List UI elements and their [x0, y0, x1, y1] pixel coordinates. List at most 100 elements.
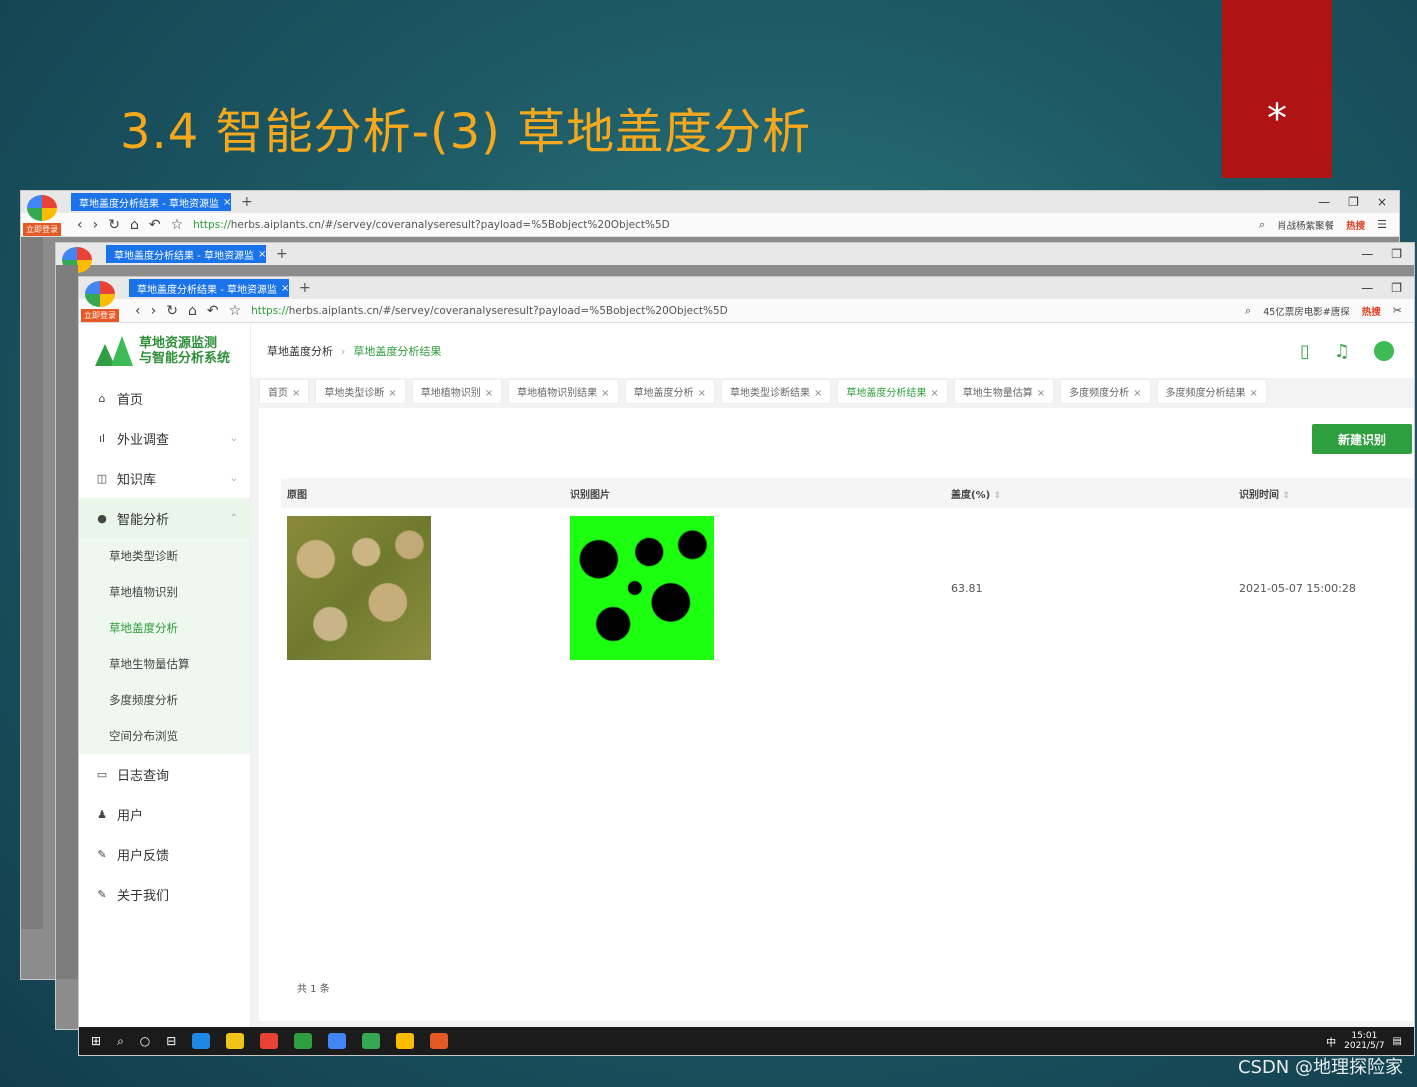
url-field[interactable]: https://herbs.aiplants.cn/#/servey/cover…	[193, 219, 670, 231]
notification-icon[interactable]: ▤	[1393, 1036, 1402, 1047]
close-tag-icon[interactable]: ×	[1250, 388, 1258, 399]
tab-tag[interactable]: 多度频度分析 ×	[1060, 378, 1151, 404]
browser-tab[interactable]: 草地盖度分析结果 - 草地资源监 ×	[71, 193, 231, 211]
close-tab-icon[interactable]: ×	[258, 249, 266, 260]
forward-icon[interactable]: ›	[151, 303, 157, 319]
browser-tab[interactable]: 草地盖度分析结果 - 草地资源监 ×	[129, 279, 289, 297]
close-tab-icon[interactable]: ×	[281, 283, 289, 294]
col-coverage[interactable]: 盖度(%) ⇕	[919, 486, 1199, 501]
app-icon[interactable]	[430, 1033, 449, 1049]
tab-tag[interactable]: 草地类型诊断结果 ×	[720, 378, 832, 404]
submenu-item-plant-id[interactable]: 草地植物识别	[79, 574, 250, 610]
undo-icon[interactable]: ↶	[149, 217, 161, 233]
ime-indicator[interactable]: 中	[1326, 1034, 1336, 1049]
hot-search-label[interactable]: 热搜	[1362, 304, 1381, 318]
edge-icon[interactable]	[192, 1033, 211, 1049]
tab-tag[interactable]: 草地植物识别结果 ×	[508, 378, 619, 404]
windows-start-icon[interactable]: ⊞	[91, 1034, 101, 1048]
restore-icon[interactable]: ❐	[1391, 247, 1402, 261]
search-icon[interactable]: ⌕	[117, 1034, 124, 1049]
tab-tag[interactable]: 草地盖度分析 ×	[624, 378, 715, 404]
close-tag-icon[interactable]: ×	[292, 388, 300, 399]
close-tag-icon[interactable]: ×	[698, 388, 706, 399]
close-tag-icon[interactable]: ×	[1133, 388, 1141, 399]
explorer-icon[interactable]	[226, 1033, 245, 1049]
url-field[interactable]: https://herbs.aiplants.cn/#/servey/cover…	[251, 305, 728, 317]
cortana-icon[interactable]: ○	[140, 1034, 150, 1048]
search-hint[interactable]: 肖战杨紫聚餐	[1277, 218, 1334, 232]
sidebar-item-field-survey[interactable]: ıl 外业调查 ⌄	[79, 418, 250, 458]
task-view-icon[interactable]: ⊟	[166, 1034, 176, 1048]
mail-icon[interactable]	[328, 1033, 347, 1049]
login-badge[interactable]: 立即登录	[23, 223, 61, 236]
col-time[interactable]: 识别时间 ⇕	[1199, 486, 1414, 501]
star-icon[interactable]: ☆	[171, 217, 184, 233]
tab-tag[interactable]: 草地植物识别 ×	[411, 378, 503, 404]
close-window-icon[interactable]: ×	[1377, 195, 1387, 209]
mobile-icon[interactable]: ▯	[1300, 341, 1310, 362]
sidebar-item-home[interactable]: ⌂ 首页	[79, 378, 250, 418]
sidebar-item-knowledge[interactable]: ◫ 知识库 ⌄	[79, 458, 250, 498]
bell-icon[interactable]: ♫	[1334, 341, 1350, 362]
tab-tag[interactable]: 首页 ×	[259, 378, 310, 404]
tab-tag[interactable]: 多度频度分析结果 ×	[1156, 378, 1267, 404]
breadcrumb-item[interactable]: 草地盖度分析	[267, 343, 333, 359]
restore-icon[interactable]: ❐	[1391, 281, 1402, 295]
app-icon[interactable]	[396, 1033, 415, 1049]
new-recognition-button[interactable]: 新建识别	[1312, 424, 1412, 454]
sort-icon[interactable]: ⇕	[1282, 491, 1290, 501]
submenu-item-biomass[interactable]: 草地生物量估算	[79, 646, 250, 682]
sidebar-item-feedback[interactable]: ✎ 用户反馈	[79, 834, 250, 874]
reload-icon[interactable]: ↻	[108, 217, 120, 233]
menu-icon[interactable]: ☰	[1377, 218, 1387, 231]
sidebar-item-logs[interactable]: ▭ 日志查询	[79, 754, 250, 794]
browser-app-icon[interactable]	[260, 1033, 279, 1049]
sort-icon[interactable]: ⇕	[994, 491, 1002, 501]
back-icon[interactable]: ‹	[135, 303, 141, 319]
reload-icon[interactable]: ↻	[166, 303, 178, 319]
minimize-icon[interactable]: —	[1318, 195, 1330, 209]
minimize-icon[interactable]: —	[1361, 247, 1373, 261]
segmented-image[interactable]	[570, 516, 714, 660]
home-icon[interactable]: ⌂	[188, 303, 197, 319]
sidebar-item-about[interactable]: ✎ 关于我们	[79, 874, 250, 914]
new-tab-icon[interactable]: +	[299, 280, 311, 296]
minimize-icon[interactable]: —	[1361, 281, 1373, 295]
back-icon[interactable]: ‹	[77, 217, 83, 233]
sidebar-item-smart-analysis[interactable]: ● 智能分析 ⌃	[79, 498, 250, 538]
login-badge[interactable]: 立即登录	[81, 309, 119, 322]
submenu-item-coverage[interactable]: 草地盖度分析	[79, 610, 250, 646]
close-tag-icon[interactable]: ×	[930, 388, 938, 399]
close-tag-icon[interactable]: ×	[388, 388, 396, 399]
new-tab-icon[interactable]: +	[241, 194, 253, 210]
restore-icon[interactable]: ❐	[1348, 195, 1359, 209]
submenu-item-type-diagnosis[interactable]: 草地类型诊断	[79, 538, 250, 574]
tab-tag[interactable]: 草地生物量估算 ×	[953, 378, 1055, 404]
close-tag-icon[interactable]: ×	[814, 388, 822, 399]
close-tag-icon[interactable]: ×	[1037, 388, 1045, 399]
undo-icon[interactable]: ↶	[207, 303, 219, 319]
browser-tab[interactable]: 草地盖度分析结果 - 草地资源监 ×	[106, 245, 266, 263]
submenu-item-spatial[interactable]: 空间分布浏览	[79, 718, 250, 754]
sidebar-item-users[interactable]: ♟ 用户	[79, 794, 250, 834]
close-tag-icon[interactable]: ×	[485, 388, 493, 399]
scissors-icon[interactable]: ✂	[1393, 304, 1402, 317]
close-tab-icon[interactable]: ×	[223, 197, 231, 208]
close-tag-icon[interactable]: ×	[601, 388, 609, 399]
avatar[interactable]	[1374, 341, 1394, 361]
submenu-item-abundance[interactable]: 多度频度分析	[79, 682, 250, 718]
home-icon[interactable]: ⌂	[130, 217, 139, 233]
search-icon[interactable]: ⌕	[1245, 304, 1251, 318]
search-icon[interactable]: ⌕	[1259, 218, 1265, 232]
app-icon[interactable]	[294, 1033, 313, 1049]
app-icon[interactable]	[362, 1033, 381, 1049]
tab-tag[interactable]: 草地盖度分析结果 ×	[837, 378, 948, 404]
search-hint[interactable]: 45亿票房电影#唐探	[1263, 304, 1350, 318]
forward-icon[interactable]: ›	[93, 217, 99, 233]
star-icon[interactable]: ☆	[229, 303, 242, 319]
tab-tag[interactable]: 草地类型诊断 ×	[315, 378, 406, 404]
clock[interactable]: 15:01 2021/5/7	[1344, 1031, 1384, 1051]
new-tab-icon[interactable]: +	[276, 246, 288, 262]
original-image[interactable]	[287, 516, 431, 660]
hot-search-label[interactable]: 热搜	[1346, 218, 1365, 232]
